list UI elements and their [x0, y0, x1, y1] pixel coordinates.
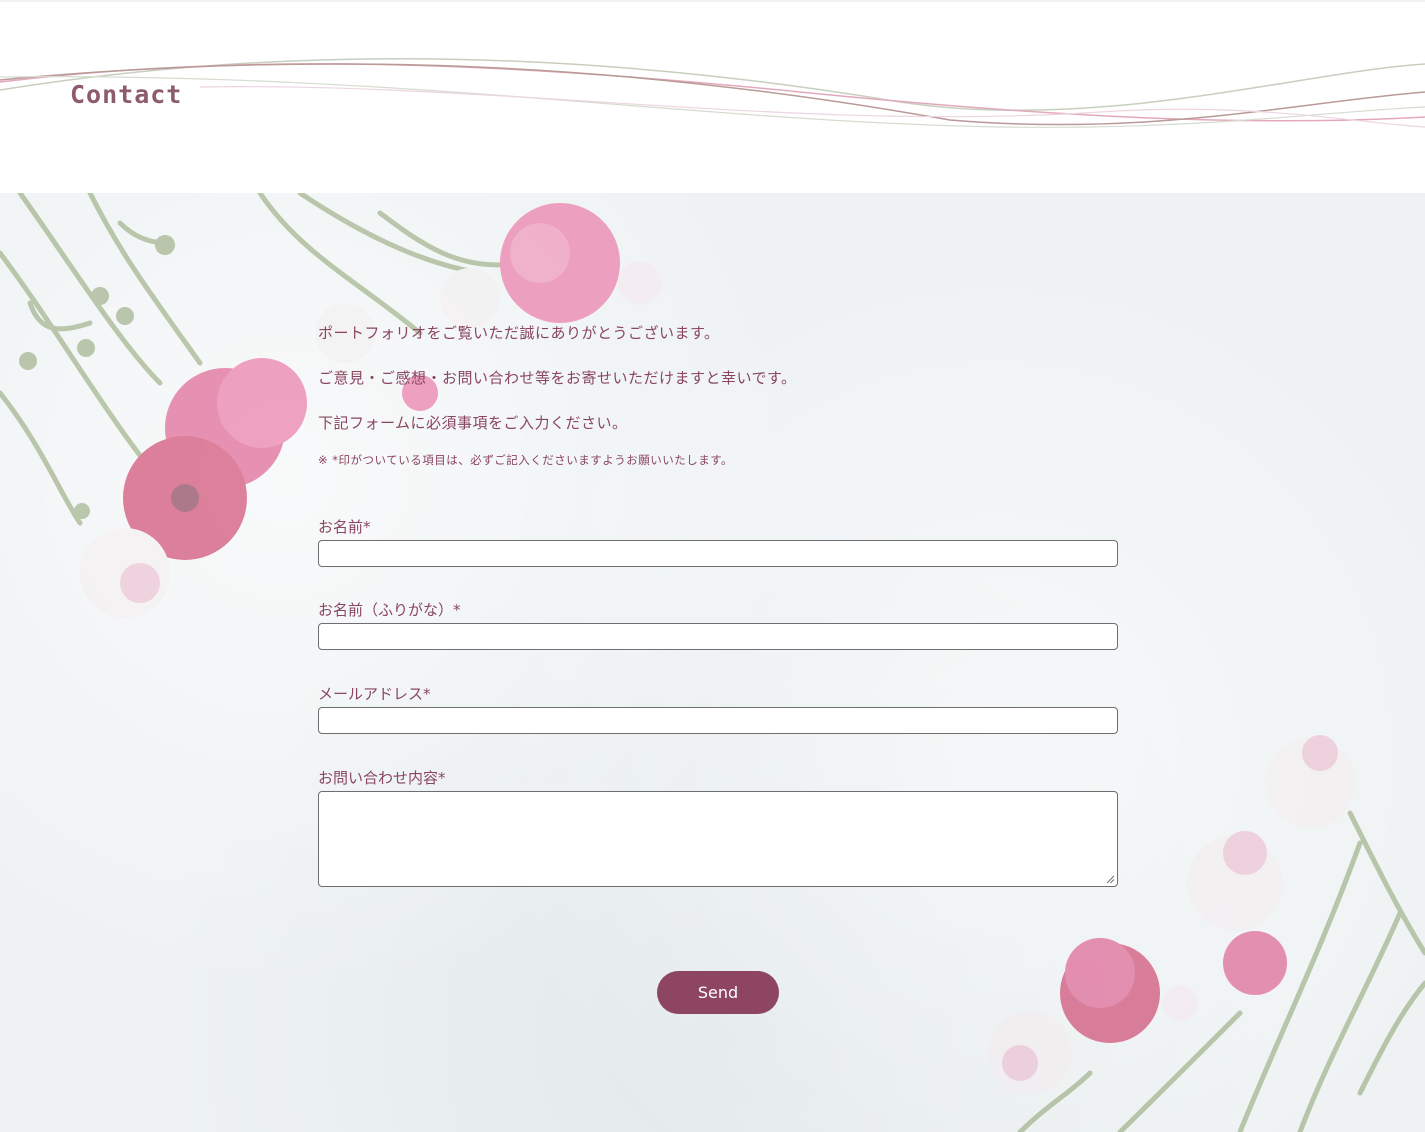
name-input[interactable]	[318, 540, 1118, 567]
message-label: お問い合わせ内容*	[318, 769, 446, 787]
intro-line-1: ポートフォリオをご覧いただ誠にありがとうございます。	[318, 324, 720, 342]
email-input[interactable]	[318, 707, 1118, 734]
name-label: お名前*	[318, 518, 371, 536]
intro-line-3: 下記フォームに必須事項をご入力ください。	[318, 414, 628, 432]
page-title: Contact	[70, 80, 183, 109]
send-button[interactable]: Send	[657, 971, 779, 1014]
page-header: Contact	[0, 0, 1425, 193]
kana-input[interactable]	[318, 623, 1118, 650]
message-field: お問い合わせ内容*	[318, 768, 1118, 887]
intro-line-2: ご意見・ご感想・お問い合わせ等をお寄せいただけますと幸いです。	[318, 369, 797, 387]
intro-text: ポートフォリオをご覧いただ誠にありがとうございます。 ご意見・ご感想・お問い合わ…	[318, 323, 1118, 468]
required-note: ※ *印がついている項目は、必ずご記入くださいますようお願いいたします。	[318, 453, 734, 467]
kana-field: お名前（ふりがな）*	[318, 600, 1118, 650]
contact-section: ポートフォリオをご覧いただ誠にありがとうございます。 ご意見・ご感想・お問い合わ…	[0, 193, 1425, 1132]
message-textarea[interactable]	[318, 791, 1118, 887]
resize-grip-icon[interactable]	[1106, 875, 1115, 884]
name-field: お名前*	[318, 517, 1118, 567]
email-label: メールアドレス*	[318, 685, 431, 703]
kana-label: お名前（ふりがな）*	[318, 601, 461, 619]
decorative-waves	[0, 58, 1425, 128]
email-field: メールアドレス*	[318, 684, 1118, 734]
